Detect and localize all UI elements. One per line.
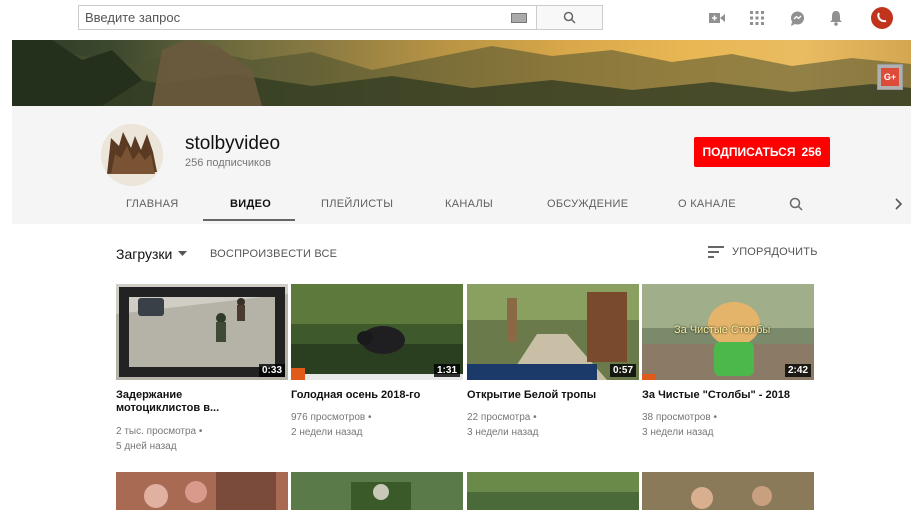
video-views: 22 просмотра • (467, 412, 537, 423)
video-overlay-text: За Чистые Столбы (674, 324, 771, 336)
search-box: Введите запрос (78, 5, 603, 30)
video-meta: 38 просмотров • 3 недели назад (642, 410, 717, 440)
channel-search-button[interactable] (789, 186, 803, 222)
video-title[interactable]: За Чистые "Столбы" - 2018 (642, 389, 812, 402)
apps-grid-icon[interactable] (748, 9, 766, 27)
subscribe-label: ПОДПИСАТЬСЯ (702, 145, 796, 159)
video-duration: 0:33 (258, 364, 285, 377)
search-icon (789, 197, 803, 211)
video-meta: 22 просмотра • 3 недели назад (467, 410, 538, 440)
video-age: 3 недели назад (467, 427, 539, 438)
video-meta: 976 просмотров • 2 недели назад (291, 410, 372, 440)
uploads-label: Загрузки (116, 246, 173, 262)
video-thumbnail[interactable] (291, 472, 463, 510)
tab-discussion[interactable]: ОБСУЖДЕНИЕ (547, 186, 628, 222)
keyboard-icon[interactable] (502, 6, 536, 29)
video-duration: 2:42 (784, 364, 811, 377)
video-views: 2 тыс. просмотра • (116, 426, 203, 437)
top-bar: Введите запрос (0, 0, 911, 36)
video-thumbnail[interactable]: За Чистые Столбы 2:42 (642, 284, 814, 380)
tab-home[interactable]: ГЛАВНАЯ (126, 186, 179, 222)
notifications-bell-icon[interactable] (827, 9, 845, 27)
chevron-right-icon (895, 198, 902, 210)
video-views: 976 просмотров • (291, 412, 372, 423)
video-thumbnail[interactable]: 0:33 (116, 284, 288, 380)
tabs-next-button[interactable] (894, 186, 902, 222)
video-age: 3 недели назад (642, 427, 714, 438)
caret-down-icon (178, 251, 188, 256)
tab-videos[interactable]: ВИДЕО (230, 186, 271, 222)
active-tab-indicator (203, 219, 295, 221)
video-thumbnail[interactable]: 1:31 (291, 284, 463, 380)
sort-label: УПОРЯДОЧИТЬ (732, 246, 818, 258)
tab-about[interactable]: О КАНАЛЕ (678, 186, 736, 222)
channel-avatar[interactable] (101, 124, 163, 186)
google-plus-icon: G+ (881, 68, 899, 86)
video-title[interactable]: Голодная осень 2018-го (291, 389, 461, 402)
video-title[interactable]: Задержание мотоциклистов в... (116, 389, 286, 415)
sort-icon (708, 246, 724, 258)
messages-icon[interactable] (788, 9, 806, 27)
video-thumbnail[interactable] (116, 472, 288, 510)
video-title[interactable]: Открытие Белой тропы (467, 389, 637, 402)
video-title-line: мотоциклистов в... (116, 402, 220, 414)
play-all-button[interactable]: ВОСПРОИЗВЕСТИ ВСЕ (210, 248, 337, 260)
google-plus-link[interactable]: G+ (877, 64, 903, 90)
channel-name[interactable]: stolbyvideo (185, 133, 280, 155)
create-video-icon[interactable] (708, 9, 726, 27)
video-age: 2 недели назад (291, 427, 363, 438)
video-thumbnail[interactable] (642, 472, 814, 510)
video-meta: 2 тыс. просмотра • 5 дней назад (116, 424, 202, 454)
search-button[interactable] (536, 6, 602, 29)
subscribe-button[interactable]: ПОДПИСАТЬСЯ 256 (694, 137, 830, 167)
search-input[interactable]: Введите запрос (79, 6, 502, 29)
video-thumbnail[interactable]: 0:57 (467, 284, 639, 380)
subscriber-count: 256 подписчиков (185, 157, 271, 169)
search-icon (563, 11, 576, 24)
tab-channels[interactable]: КАНАЛЫ (445, 186, 493, 222)
video-views: 38 просмотров • (642, 412, 717, 423)
video-thumbnail[interactable] (467, 472, 639, 510)
tab-playlists[interactable]: ПЛЕЙЛИСТЫ (321, 186, 393, 222)
video-title-line: Задержание (116, 389, 183, 401)
video-duration: 0:57 (609, 364, 636, 377)
account-avatar[interactable] (871, 7, 893, 29)
channel-tabs: ГЛАВНАЯ ВИДЕО ПЛЕЙЛИСТЫ КАНАЛЫ ОБСУЖДЕНИ… (12, 186, 911, 224)
sort-button[interactable]: УПОРЯДОЧИТЬ (708, 246, 818, 258)
video-duration: 1:31 (433, 364, 460, 377)
uploads-dropdown[interactable]: Загрузки (116, 246, 188, 262)
channel-banner (12, 40, 911, 106)
video-age: 5 дней назад (116, 441, 177, 452)
subscribe-count: 256 (801, 145, 822, 159)
